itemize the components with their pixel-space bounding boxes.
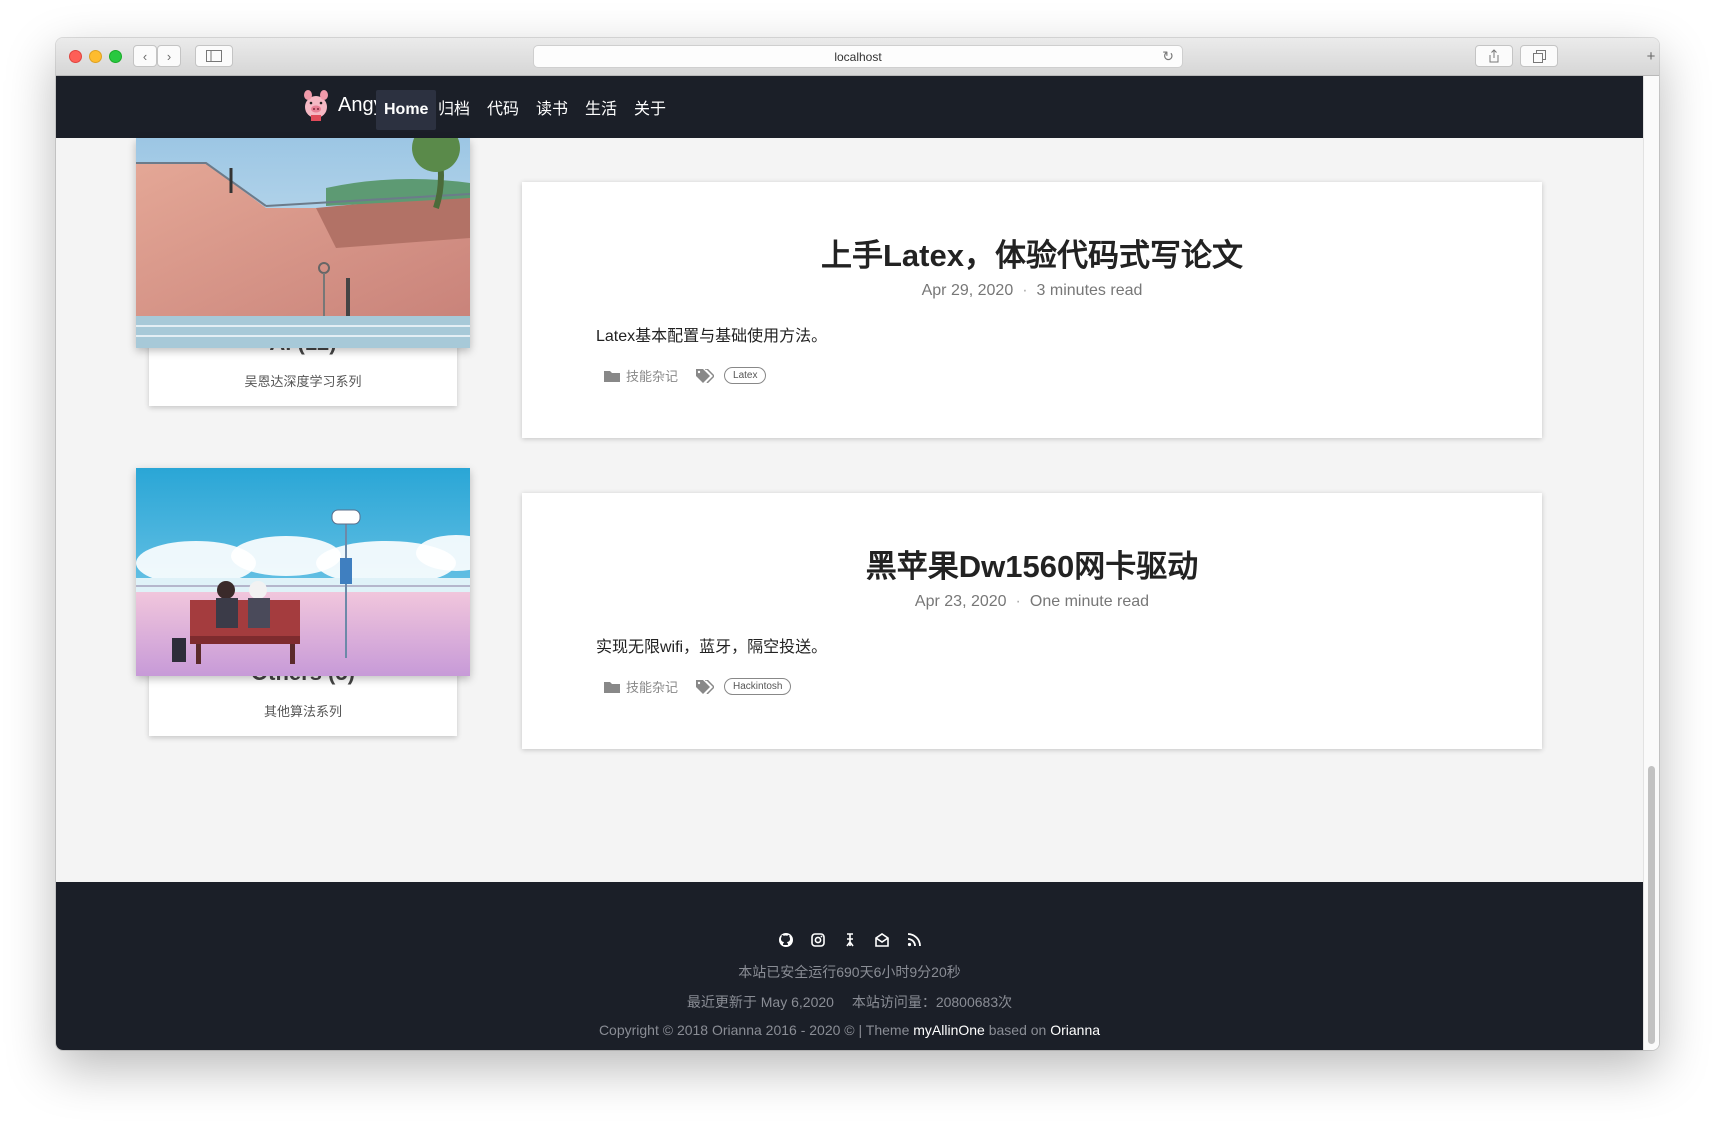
category-subtitle: 吴恩达深度学习系列 <box>244 374 362 389</box>
theme-link[interactable]: myAllinOne <box>913 1022 985 1038</box>
visit-count: 本站访问量：20800683次 <box>851 994 1013 1010</box>
share-button[interactable] <box>1475 45 1513 67</box>
category-subtitle: 其他算法系列 <box>263 704 342 719</box>
site-navbar: Angyi Home 归档 代码 读书 生活 关于 <box>56 76 1643 138</box>
nav-item-home[interactable]: Home <box>376 90 437 130</box>
post-date: Apr 23, 2020 <box>914 593 1007 610</box>
site-uptime: 本站已安全运行690天6小时9分20秒 <box>738 964 961 980</box>
new-tab-button[interactable]: + <box>1643 48 1659 68</box>
copyright-text: Copyright © 2018 Orianna 2016 - 2020 © |… <box>598 1022 910 1038</box>
post-tag[interactable]: Latex <box>724 367 767 384</box>
rss-icon[interactable] <box>906 932 922 948</box>
mail-icon[interactable] <box>874 932 890 948</box>
meta-separator: · <box>1022 282 1028 299</box>
close-window-icon[interactable] <box>69 50 82 63</box>
nav-item-reading[interactable]: 读书 <box>528 90 576 130</box>
nav-item-life[interactable]: 生活 <box>577 90 625 130</box>
post-tag[interactable]: Hackintosh <box>724 678 792 695</box>
base-theme-link[interactable]: Orianna <box>1050 1022 1100 1038</box>
post-card[interactable]: 上手Latex，体验代码式写论文 Apr 29, 2020 · 3 minutes … <box>522 182 1542 438</box>
back-button[interactable]: ‹ <box>133 45 157 67</box>
post-excerpt: Latex基本配置与基础使用方法。 <box>596 328 828 345</box>
social-links <box>56 932 1643 948</box>
category-image-ai[interactable] <box>136 138 470 348</box>
tabs-icon <box>1532 49 1546 63</box>
site-stats: 最近更新于 May 6,2020 本站访问量：20800683次 <box>56 992 1643 1012</box>
copyright: Copyright © 2018 Orianna 2016 - 2020 © |… <box>56 1022 1643 1038</box>
post-read-time: 3 minutes read <box>1036 282 1143 299</box>
anime-bench-illustration <box>136 468 470 676</box>
nav-item-archive[interactable]: 归档 <box>430 90 478 130</box>
post-meta: Apr 23, 2020 · One minute read <box>522 593 1542 611</box>
post-title[interactable]: 黑苹果Dw1560网卡驱动 <box>522 541 1542 586</box>
chevron-right-icon: › <box>166 48 172 64</box>
tags-icon <box>696 679 715 694</box>
browser-window: ‹ › localhost ↻ + Angyi Home 归档 代码 读书 生活… <box>56 38 1659 1050</box>
main-content: Ai (12) 吴恩达深度学习系列 <box>56 138 1643 882</box>
share-icon <box>1489 49 1499 63</box>
vertical-scrollbar[interactable] <box>1643 76 1659 1050</box>
tabs-overview-button[interactable] <box>1520 45 1558 67</box>
post-excerpt: 实现无限wifi，蓝牙，隔空投送。 <box>596 639 828 656</box>
browser-titlebar: ‹ › localhost ↻ + <box>56 38 1659 76</box>
anime-wall-illustration <box>136 138 470 348</box>
forward-button[interactable]: › <box>157 45 181 67</box>
scrollbar-thumb[interactable] <box>1648 766 1655 1044</box>
folder-icon <box>604 681 620 693</box>
last-updated: 最近更新于 May 6,2020 <box>686 994 834 1010</box>
post-footer: 技能杂记 Hackintosh <box>604 677 792 696</box>
based-on-text: based on <box>988 1022 1047 1038</box>
chevron-left-icon: ‹ <box>142 48 148 64</box>
instagram-icon[interactable] <box>810 932 826 948</box>
category-image-others[interactable] <box>136 468 470 676</box>
nav-item-about[interactable]: 关于 <box>626 90 674 130</box>
address-bar[interactable]: localhost ↻ <box>533 45 1183 68</box>
tags-icon <box>696 368 715 383</box>
post-date: Apr 29, 2020 <box>921 282 1014 299</box>
address-text: localhost <box>834 49 882 64</box>
folder-icon <box>604 370 620 382</box>
zoom-window-icon[interactable] <box>109 50 122 63</box>
post-category-link[interactable]: 技能杂记 <box>626 677 678 696</box>
post-meta: Apr 29, 2020 · 3 minutes read <box>522 282 1542 300</box>
reload-icon[interactable]: ↻ <box>1162 48 1174 65</box>
post-category-link[interactable]: 技能杂记 <box>626 366 678 385</box>
plus-icon: + <box>1646 48 1656 65</box>
github-icon[interactable] <box>778 932 794 948</box>
post-footer: 技能杂记 Latex <box>604 366 767 385</box>
sidebar-icon <box>206 50 222 62</box>
nav-item-code[interactable]: 代码 <box>479 90 527 130</box>
pig-logo-icon <box>304 90 328 121</box>
post-read-time: One minute read <box>1029 593 1150 610</box>
post-card[interactable]: 黑苹果Dw1560网卡驱动 Apr 23, 2020 · One minute re… <box>522 493 1542 749</box>
meta-separator: · <box>1015 593 1021 610</box>
site-footer: 本站已安全运行690天6小时9分20秒 最近更新于 May 6,2020 本站访… <box>56 882 1643 1050</box>
sidebar-toggle-button[interactable] <box>195 45 233 67</box>
post-title[interactable]: 上手Latex，体验代码式写论文 <box>522 230 1542 275</box>
minimize-window-icon[interactable] <box>89 50 102 63</box>
zhihu-icon[interactable] <box>842 932 858 948</box>
